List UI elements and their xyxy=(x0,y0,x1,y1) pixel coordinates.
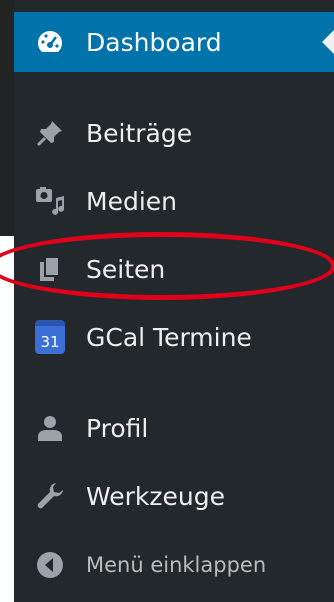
menu-item-label: Profil xyxy=(86,413,149,443)
dashboard-icon xyxy=(30,22,70,62)
collapse-menu-button[interactable]: Menü einklappen xyxy=(14,535,334,595)
menu-item-medien[interactable]: Medien xyxy=(14,171,334,231)
menu-item-profil[interactable]: Profil xyxy=(14,398,334,458)
menu-item-label: Medien xyxy=(86,186,177,216)
menu-item-label: Werkzeuge xyxy=(86,481,225,511)
menu-item-werkzeuge[interactable]: Werkzeuge xyxy=(14,466,334,526)
menu-item-label: GCal Termine xyxy=(86,322,252,352)
menu-item-label: Dashboard xyxy=(86,27,222,57)
collapse-arrow-icon xyxy=(30,545,70,585)
pin-icon xyxy=(30,113,70,153)
admin-sidebar-menu: Dashboard Beiträge Medien Seiten 31 GCal… xyxy=(14,0,334,602)
wrench-icon xyxy=(30,476,70,516)
calendar-icon: 31 xyxy=(30,317,70,357)
media-icon xyxy=(30,181,70,221)
menu-item-gcal-termine[interactable]: 31 GCal Termine xyxy=(14,307,334,367)
pages-icon xyxy=(30,249,70,289)
menu-item-seiten[interactable]: Seiten xyxy=(14,239,334,299)
calendar-badge: 31 xyxy=(35,320,65,354)
collapse-label: Menü einklappen xyxy=(86,553,267,577)
menu-item-dashboard[interactable]: Dashboard xyxy=(14,12,334,72)
menu-item-beitraege[interactable]: Beiträge xyxy=(14,103,334,163)
user-icon xyxy=(30,408,70,448)
menu-item-label: Seiten xyxy=(86,254,166,284)
menu-item-label: Beiträge xyxy=(86,118,193,148)
